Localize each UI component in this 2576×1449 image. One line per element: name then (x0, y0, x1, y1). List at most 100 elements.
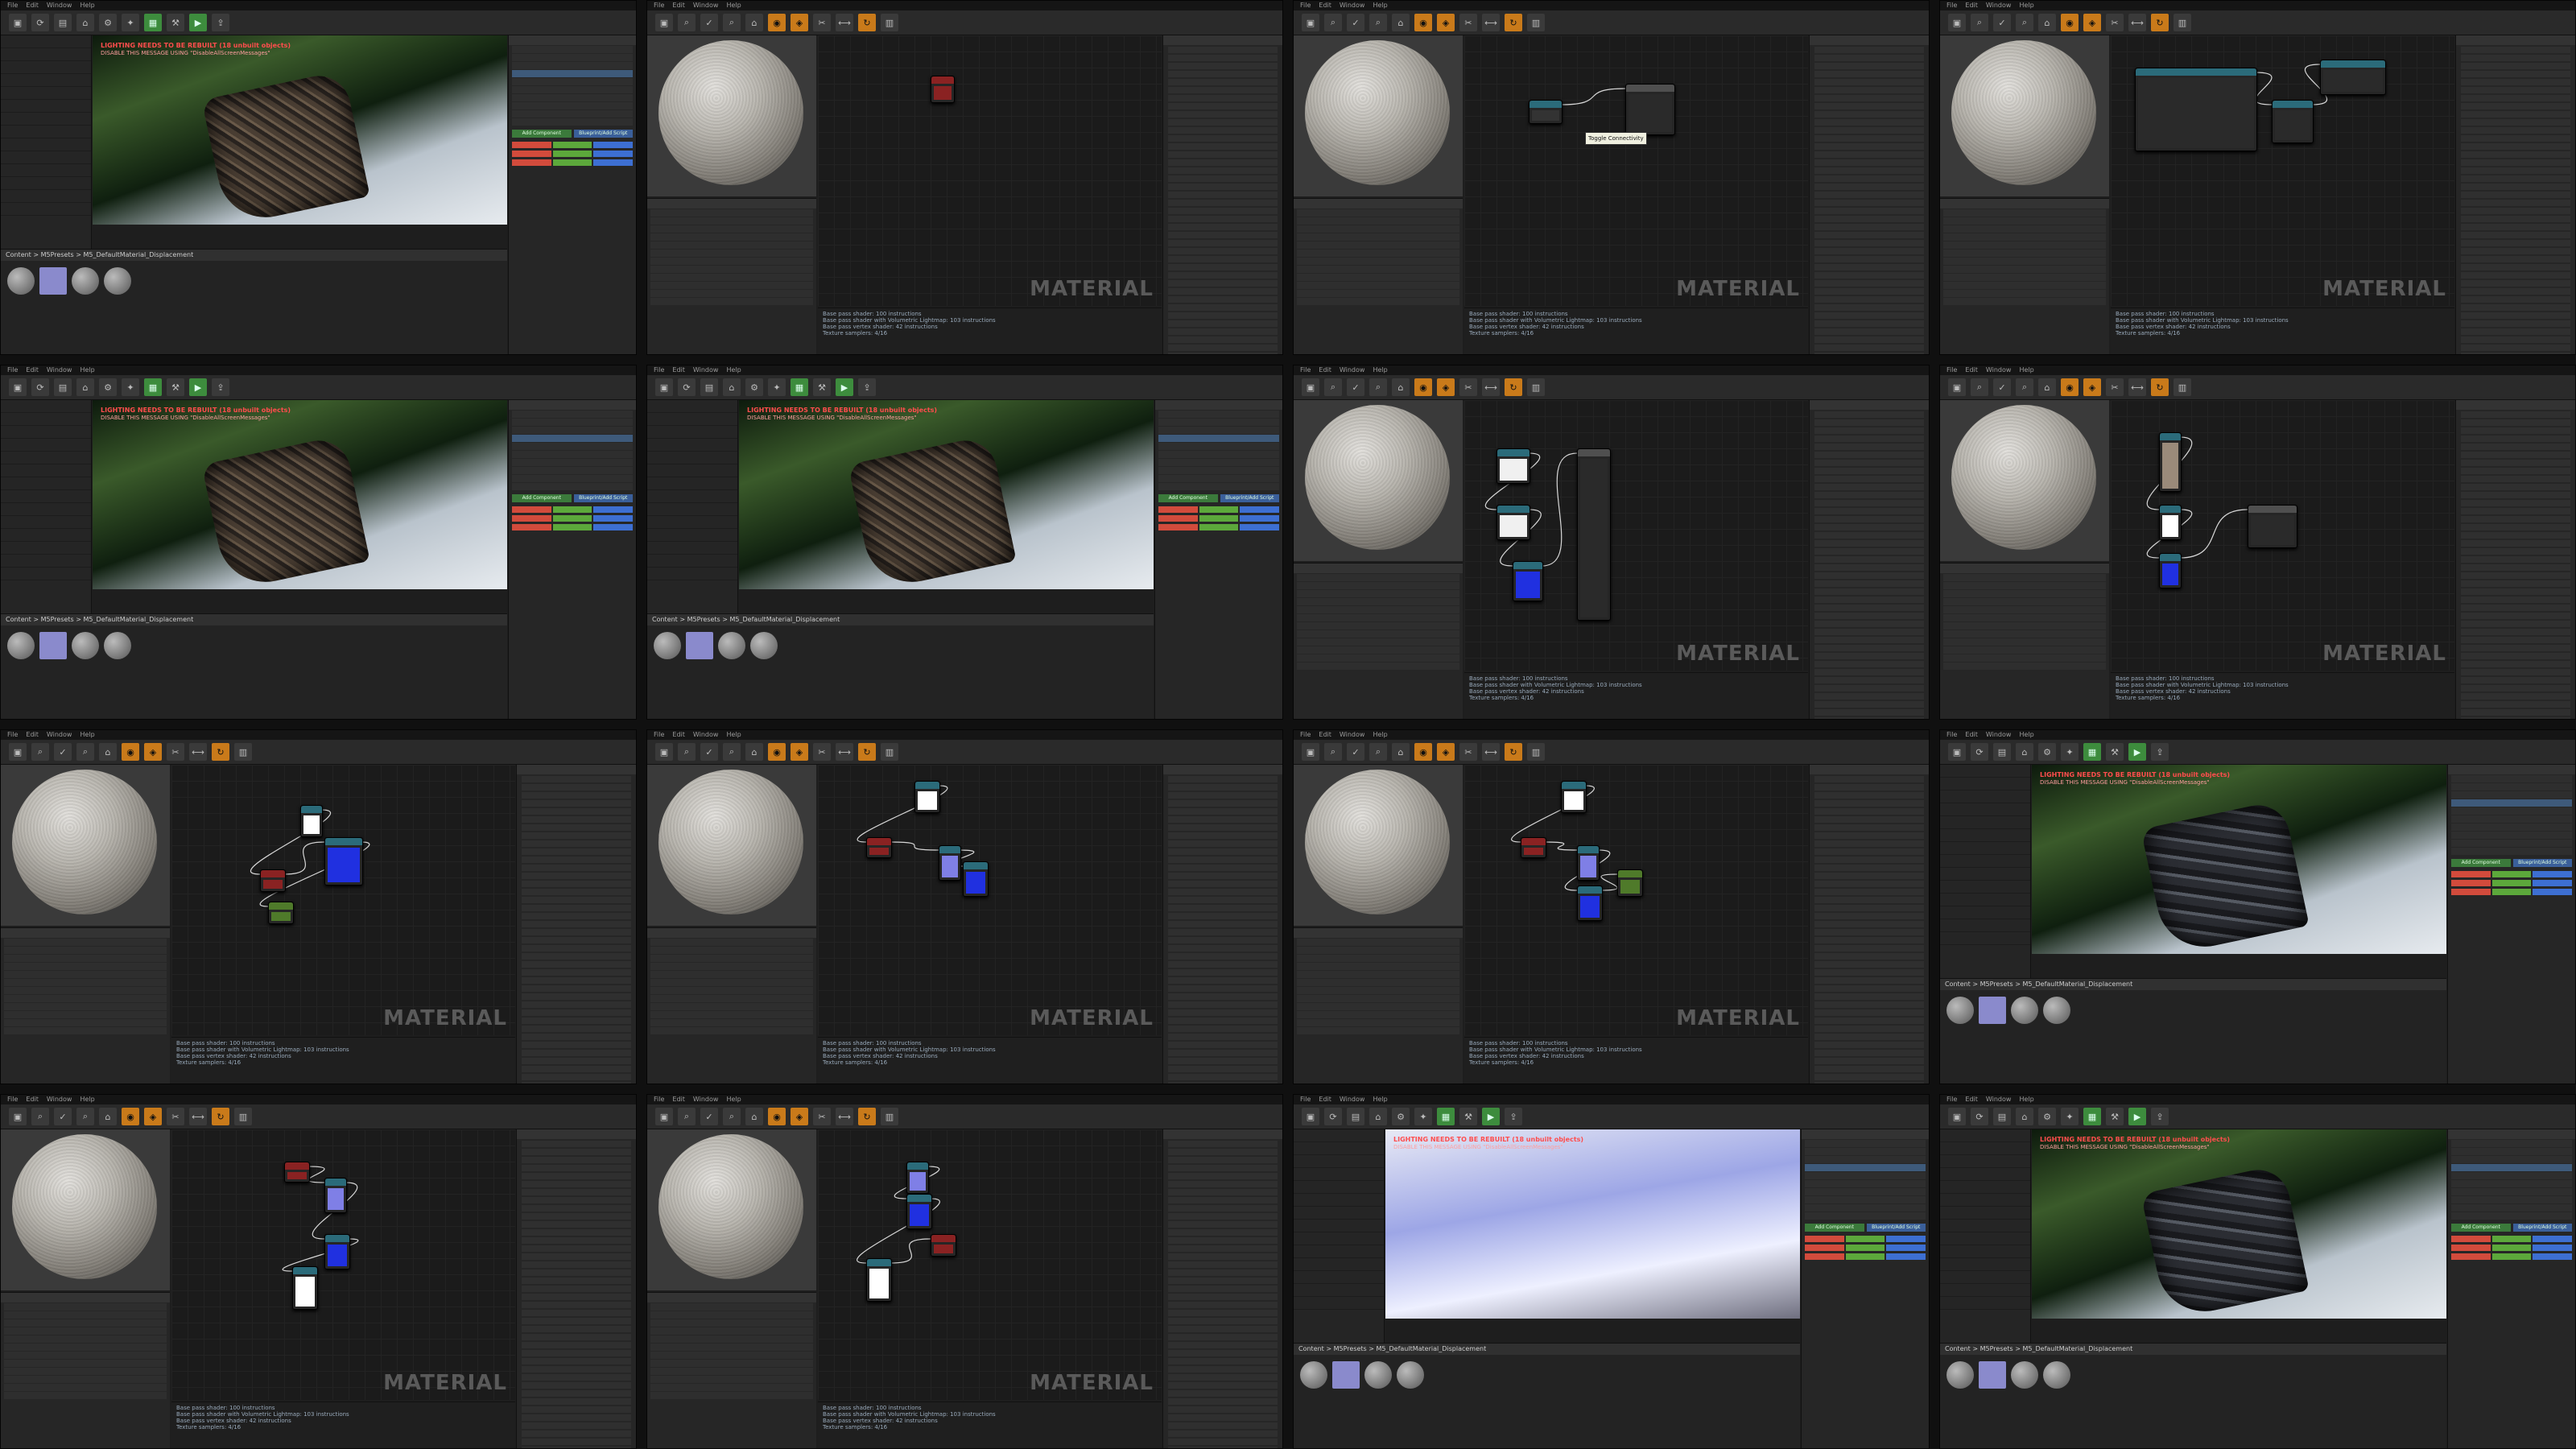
palette-item[interactable] (1168, 832, 1278, 839)
outliner-row[interactable] (1805, 1172, 1926, 1179)
detail-row[interactable] (650, 1311, 813, 1319)
transform-field[interactable] (1158, 515, 1198, 522)
material-node[interactable] (906, 1194, 932, 1229)
detail-row[interactable] (650, 209, 813, 217)
mode-item[interactable] (1294, 1168, 1384, 1181)
save-icon[interactable]: ▣ (9, 378, 27, 396)
outliner-row[interactable] (1158, 427, 1279, 434)
palette-item[interactable] (1814, 452, 1924, 458)
palette-item[interactable] (1168, 87, 1278, 93)
palette-item[interactable] (2461, 427, 2570, 434)
palette-item[interactable] (2461, 588, 2570, 595)
mode-item[interactable] (1940, 932, 2030, 945)
palette-item[interactable] (1168, 873, 1278, 879)
palette-item[interactable] (1168, 1165, 1278, 1171)
transform-field[interactable] (2491, 880, 2532, 886)
menu-file[interactable]: File (7, 730, 18, 740)
palette-item[interactable] (1814, 296, 1924, 303)
content-icon[interactable]: ▤ (54, 378, 72, 396)
palette-item[interactable] (1814, 709, 1924, 716)
mode-item[interactable] (647, 503, 737, 516)
palette-item[interactable] (1814, 1018, 1924, 1024)
palette-item[interactable] (1814, 913, 1924, 919)
transform-field[interactable] (2451, 871, 2491, 877)
palette-item[interactable] (1814, 63, 1924, 69)
level-viewport[interactable]: LIGHTING NEEDS TO BE REBUILT (18 unbuilt… (2032, 1129, 2446, 1319)
compile-icon[interactable]: ⚒ (2106, 1108, 2124, 1125)
material-node[interactable] (1496, 505, 1530, 540)
palette-item[interactable] (1814, 468, 1924, 474)
node-header[interactable] (325, 1235, 349, 1242)
palette-item[interactable] (2461, 345, 2570, 351)
palette-item[interactable] (1168, 953, 1278, 960)
browse-icon[interactable]: ⌕ (678, 743, 696, 761)
detail-row[interactable] (650, 1392, 813, 1399)
material-node[interactable] (1617, 869, 1643, 897)
detail-row[interactable] (1297, 963, 1459, 970)
save-icon[interactable]: ▣ (1948, 743, 1966, 761)
menu-window[interactable]: Window (1986, 1, 2012, 10)
palette-item[interactable] (522, 1058, 631, 1064)
search-icon[interactable]: ⌕ (76, 743, 94, 761)
detail-row[interactable] (4, 939, 167, 946)
outliner-row[interactable] (1158, 435, 1279, 442)
play-icon[interactable]: ▶ (1482, 1108, 1500, 1125)
palette-item[interactable] (2461, 717, 2570, 719)
palette-item[interactable] (2461, 240, 2570, 246)
transform-field[interactable] (1240, 524, 1280, 530)
outliner-row[interactable] (512, 102, 633, 109)
live-update-icon[interactable]: ↻ (1505, 743, 1522, 761)
node-header[interactable] (931, 1235, 956, 1242)
palette-item[interactable] (522, 1197, 631, 1203)
transform-field[interactable] (512, 515, 551, 522)
palette-item[interactable] (1814, 216, 1924, 222)
blueprints-icon[interactable]: ✦ (122, 378, 139, 396)
palette-item[interactable] (1168, 296, 1278, 303)
mode-item[interactable] (1, 452, 91, 464)
mode-item[interactable] (1, 203, 91, 216)
detail-row[interactable] (1297, 614, 1459, 621)
outliner-row[interactable] (512, 435, 633, 442)
mode-item[interactable] (647, 568, 737, 580)
palette-item[interactable] (1168, 353, 1278, 354)
detail-row[interactable] (1943, 574, 2106, 581)
browse-icon[interactable]: ⌕ (1971, 378, 1988, 396)
mode-item[interactable] (1, 35, 91, 48)
palette-item[interactable] (1814, 857, 1924, 863)
detail-row[interactable] (1943, 598, 2106, 605)
material-preview-viewport[interactable] (647, 765, 816, 926)
save-icon[interactable]: ▣ (1948, 14, 1966, 31)
palette-item[interactable] (1814, 588, 1924, 595)
add-component-button[interactable]: Add Component (1158, 494, 1218, 502)
node-header[interactable] (1521, 838, 1546, 845)
detail-row[interactable] (1943, 622, 2106, 630)
mode-item[interactable] (1940, 881, 2030, 894)
mode-item[interactable] (1294, 1220, 1384, 1232)
material-node[interactable] (914, 781, 940, 813)
palette-item[interactable] (1168, 1001, 1278, 1008)
palette-item[interactable] (522, 1382, 631, 1389)
detail-row[interactable] (1943, 590, 2106, 597)
mode-item[interactable] (647, 400, 737, 413)
apply-icon[interactable]: ✓ (1993, 378, 2011, 396)
compile-icon[interactable]: ⚒ (813, 378, 831, 396)
mode-item[interactable] (1940, 1232, 2030, 1245)
menu-help[interactable]: Help (726, 1, 741, 10)
outliner-row[interactable] (1158, 459, 1279, 466)
outliner-row[interactable] (2451, 775, 2572, 782)
detail-row[interactable] (650, 1376, 813, 1383)
detail-row[interactable] (1297, 574, 1459, 581)
palette-item[interactable] (1814, 492, 1924, 498)
palette-item[interactable] (2461, 693, 2570, 700)
detail-row[interactable] (650, 274, 813, 281)
palette-item[interactable] (522, 1026, 631, 1032)
palette-item[interactable] (1814, 312, 1924, 319)
mode-item[interactable] (1, 464, 91, 477)
menu-edit[interactable]: Edit (672, 365, 685, 375)
material-graph[interactable]: MATERIAL (818, 35, 1162, 306)
outliner-row[interactable] (2451, 1140, 2572, 1147)
detail-row[interactable] (1297, 209, 1459, 217)
detail-row[interactable] (650, 963, 813, 970)
palette-item[interactable] (2461, 353, 2570, 354)
palette-item[interactable] (1814, 208, 1924, 214)
